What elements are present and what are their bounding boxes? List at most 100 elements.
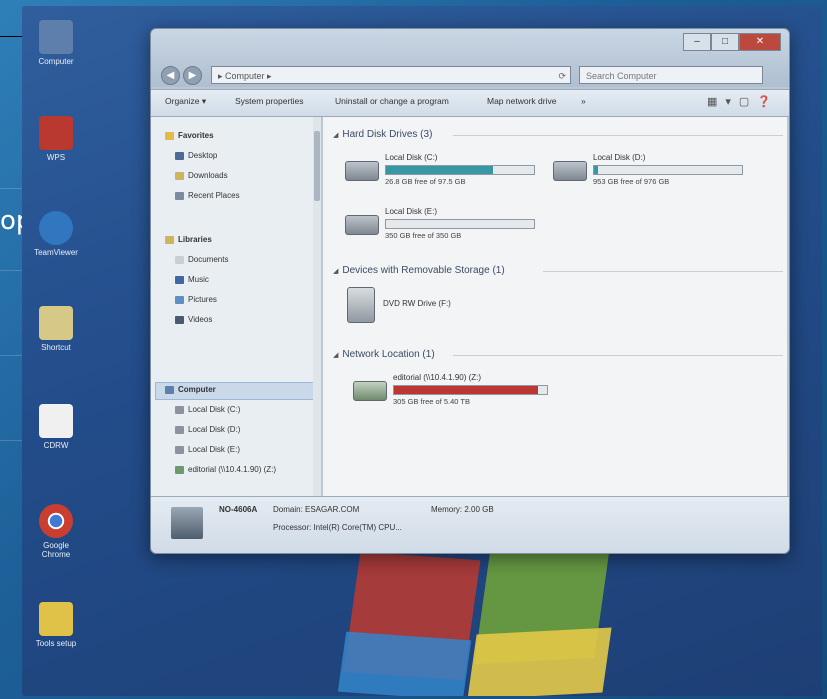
shortcut-icon [39,306,73,340]
file-icon [39,404,73,438]
capacity-bar [385,165,535,175]
capacity-bar-fill [594,166,599,174]
teamviewer-icon [39,211,73,245]
desktop-icon-shortcut[interactable]: Shortcut [28,306,84,352]
collapse-triangle-icon: ◢ [333,268,339,275]
drive-dvd-rw[interactable]: DVD RW Drive (F:) [347,287,507,323]
details-pane: NO-4606A Domain: ESAGAR.COM Memory: 2.00… [151,496,789,553]
slide-divider [0,355,22,356]
uninstall-program-button[interactable]: Uninstall or change a program [335,96,449,106]
collapse-triangle-icon: ◢ [333,352,339,359]
capacity-bar [385,219,535,229]
scroll-thumb[interactable] [314,131,320,201]
command-bar: Organize ▾ System properties Uninstall o… [151,89,789,117]
explorer-window: – □ ✕ ◀ ▶ ▸ Computer ▸ ⟳ Search Computer… [150,28,790,554]
drive-local-disk-c[interactable]: Local Disk (C:) 26.8 GB free of 97.5 GB [345,153,545,193]
processor-text: Processor: Intel(R) Core(TM) CPU... [273,523,402,532]
nav-music[interactable]: Music [175,275,209,284]
videos-icon [175,315,184,324]
navigation-pane: Favorites Desktop Downloads Recent Place… [151,117,321,497]
title-bar[interactable]: – □ ✕ ◀ ▶ ▸ Computer ▸ ⟳ Search Computer [151,29,789,87]
view-options-icons[interactable]: ▦▾▢❓ [707,95,779,108]
content-pane: ◢ Hard Disk Drives (3) Local Disk (C:) 26… [323,117,787,497]
hard-drive-icon [345,215,379,235]
music-icon [175,275,184,284]
capacity-bar-fill [386,166,493,174]
computer-icon [39,20,73,54]
search-input[interactable]: Search Computer [579,66,763,84]
hard-drive-icon [345,161,379,181]
nav-local-disk-e[interactable]: Local Disk (E:) [175,445,240,454]
desktop-icon [175,151,184,160]
star-icon [165,131,174,140]
address-bar[interactable]: ▸ Computer ▸ ⟳ [211,66,571,84]
nav-network-drive[interactable]: editorial (\\10.4.1.90) (Z:) [175,465,276,474]
drive-local-disk-d[interactable]: Local Disk (D:) 953 GB free of 976 GB [553,153,753,193]
nav-downloads[interactable]: Downloads [175,171,228,180]
address-text: Computer [225,71,265,81]
system-properties-button[interactable]: System properties [235,96,304,106]
documents-icon [175,255,184,264]
computer-icon [165,385,174,394]
collapse-triangle-icon: ◢ [333,132,339,139]
group-removable-storage[interactable]: ◢ Devices with Removable Storage (1) [333,265,505,276]
pictures-icon [175,295,184,304]
capacity-bar-fill [394,386,538,394]
desktop-icon-setup[interactable]: Tools setup [28,602,84,648]
desktop-icon-wps[interactable]: WPS [28,116,84,162]
chevron-right-icon: ▸ [264,71,272,81]
nav-recent-places[interactable]: Recent Places [175,191,240,200]
capacity-bar [393,385,548,395]
pc-name: NO-4606A [219,505,258,514]
slide-divider [0,188,22,189]
map-network-drive-button[interactable]: Map network drive [487,96,556,106]
group-hard-disk-drives[interactable]: ◢ Hard Disk Drives (3) [333,129,432,140]
nav-favorites[interactable]: Favorites [165,131,214,140]
nav-local-disk-c[interactable]: Local Disk (C:) [175,405,240,414]
nav-scrollbar[interactable] [313,117,321,497]
desktop-icon-file[interactable]: CDRW [28,404,84,450]
downloads-icon [175,171,184,180]
group-separator [453,135,783,136]
memory-text: Memory: 2.00 GB [431,505,494,514]
drive-network-z[interactable]: editorial (\\10.4.1.90) (Z:) 305 GB free… [353,373,573,413]
drive-icon [175,445,184,454]
forward-button[interactable]: ▶ [183,66,202,85]
slide-divider [0,270,22,271]
drive-icon [175,425,184,434]
network-drive-icon [353,381,387,401]
desktop-icon-chrome[interactable]: Google Chrome [28,504,84,559]
maximize-button[interactable]: □ [711,33,739,51]
domain-text: Domain: ESAGAR.COM [273,505,360,514]
organize-button[interactable]: Organize ▾ [165,96,206,107]
nav-pictures[interactable]: Pictures [175,295,217,304]
chrome-icon [39,504,73,538]
back-button[interactable]: ◀ [161,66,180,85]
nav-videos[interactable]: Videos [175,315,212,324]
nav-documents[interactable]: Documents [175,255,228,264]
dvd-drive-icon [347,287,375,323]
group-separator [453,355,783,356]
nav-desktop[interactable]: Desktop [175,151,217,160]
libraries-icon [165,235,174,244]
nav-local-disk-d[interactable]: Local Disk (D:) [175,425,240,434]
group-network-location[interactable]: ◢ Network Location (1) [333,349,435,360]
drive-icon [175,405,184,414]
recent-places-icon [175,191,184,200]
setup-icon [39,602,73,636]
nav-libraries[interactable]: Libraries [165,235,212,244]
wps-icon [39,116,73,150]
chevron-right-icon: ▸ [218,71,226,81]
desktop-icon-teamviewer[interactable]: TeamViewer [28,211,84,257]
nav-computer[interactable]: Computer [165,385,216,394]
hard-drive-icon [553,161,587,181]
close-button[interactable]: ✕ [739,33,781,51]
desktop-icon-computer[interactable]: Computer [28,20,84,66]
computer-icon [171,507,203,539]
minimize-button[interactable]: – [683,33,711,51]
more-commands-button[interactable]: » [581,96,586,106]
network-drive-icon [175,465,184,474]
slide-divider [0,440,22,441]
drive-local-disk-e[interactable]: Local Disk (E:) 350 GB free of 350 GB [345,207,545,247]
refresh-icon[interactable]: ⟳ [558,67,566,85]
